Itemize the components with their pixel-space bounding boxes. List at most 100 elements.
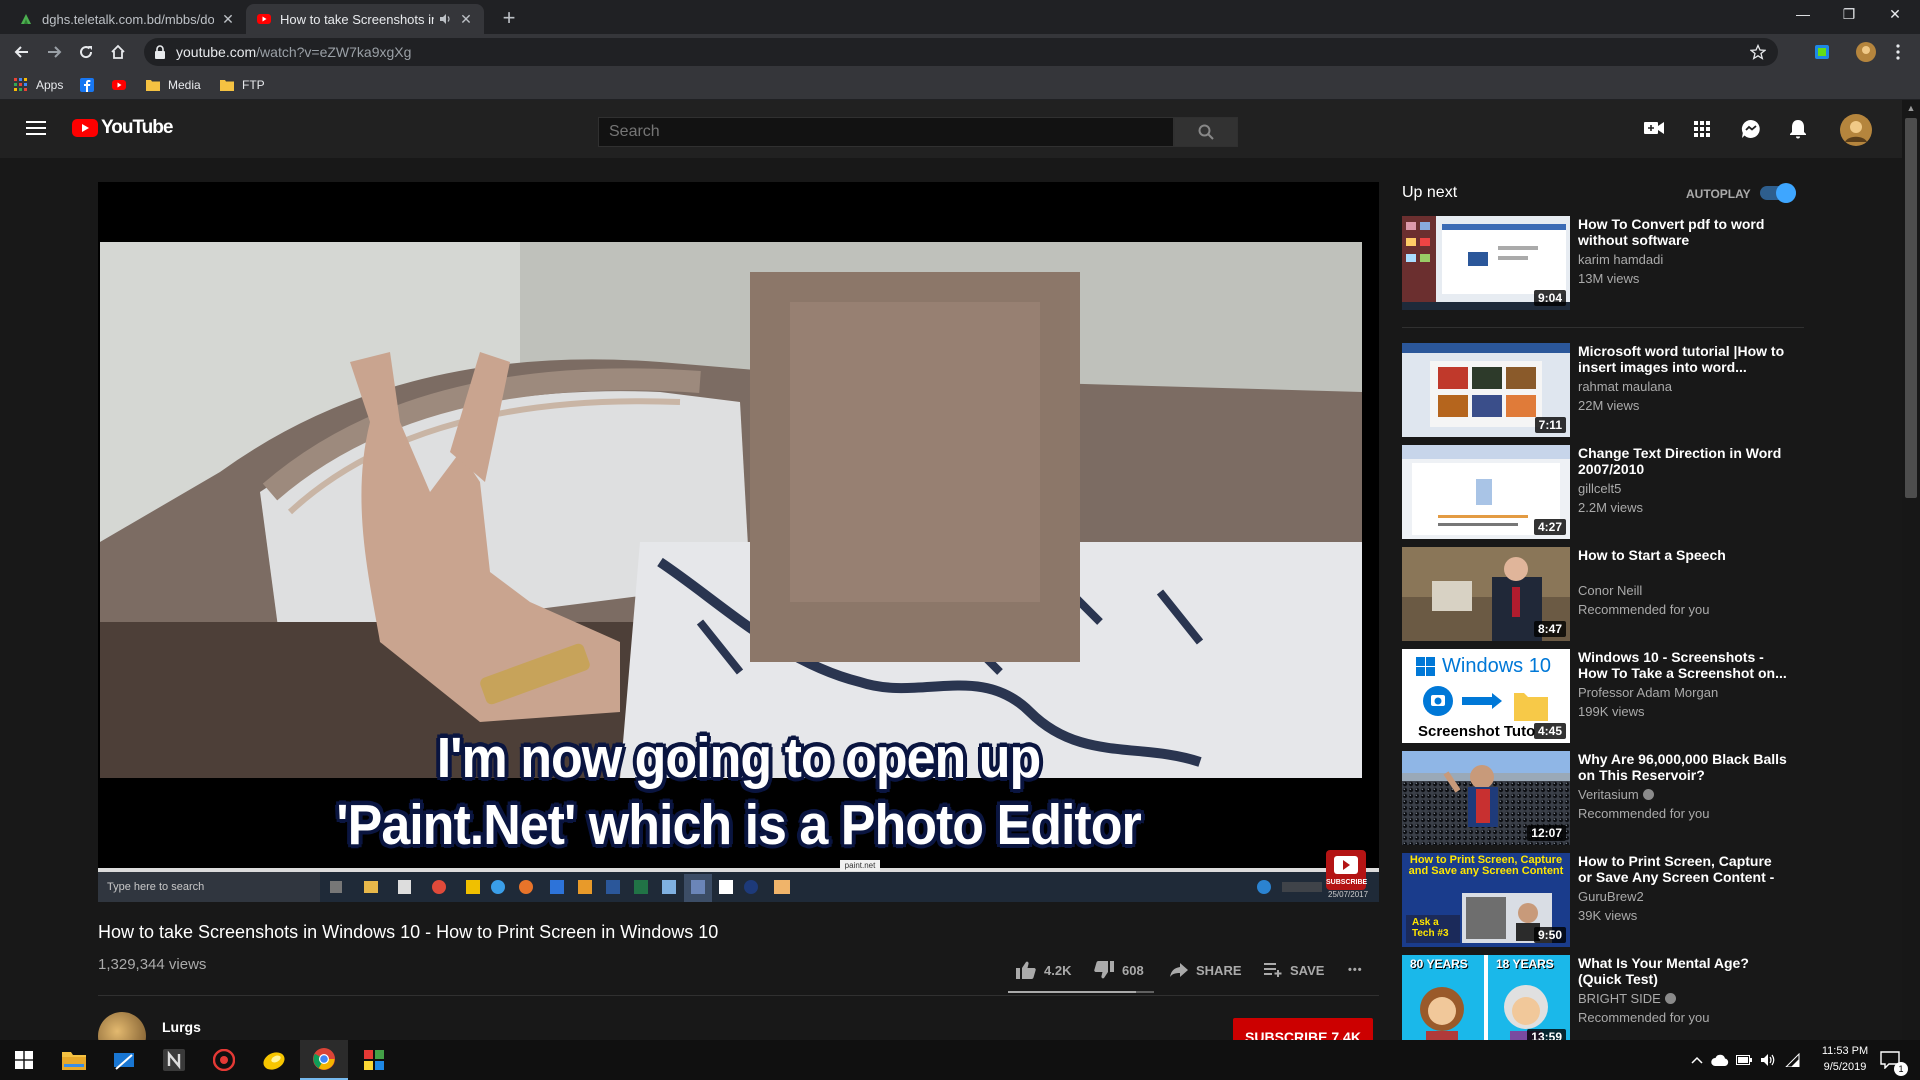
forward-button[interactable]: [40, 38, 68, 66]
tray-onedrive[interactable]: [1708, 1040, 1732, 1080]
like-button[interactable]: 4.2K: [1016, 958, 1071, 982]
thumbnail-text-left: 80 YEARS: [1410, 957, 1468, 971]
close-tab-icon[interactable]: ✕: [220, 11, 236, 28]
channel-name: Professor Adam Morgan: [1578, 685, 1719, 700]
start-button[interactable]: [0, 1040, 48, 1080]
taskbar-app-yellow[interactable]: [250, 1040, 298, 1080]
save-to-playlist-button[interactable]: SAVE: [1264, 958, 1324, 982]
video-thumbnail[interactable]: How to Print Screen, Capture and Save an…: [1402, 853, 1570, 947]
recommended-video[interactable]: 12:07 Why Are 96,000,000 Black Balls on …: [1402, 751, 1802, 845]
video-title[interactable]: Why Are 96,000,000 Black Balls on This R…: [1578, 751, 1788, 783]
video-thumbnail[interactable]: 7:11: [1402, 343, 1570, 437]
create-video-icon[interactable]: [1644, 120, 1664, 136]
taskbar-app-tiles[interactable]: [350, 1040, 398, 1080]
extension-icon: [1813, 43, 1831, 61]
bookmark-star-icon[interactable]: [1750, 44, 1766, 60]
close-window-button[interactable]: ✕: [1872, 0, 1918, 30]
share-button[interactable]: SHARE: [1170, 958, 1242, 982]
video-title[interactable]: How to Print Screen, Capture or Save Any…: [1578, 853, 1788, 885]
url-path: /watch?v=eZW7ka9xgXg: [256, 44, 412, 60]
bookmark-apps[interactable]: Apps: [14, 76, 63, 94]
home-button[interactable]: [104, 38, 132, 66]
notifications-bell-icon[interactable]: [1789, 119, 1807, 139]
close-tab-icon[interactable]: ✕: [458, 11, 474, 28]
video-thumbnail[interactable]: Windows 10 Screenshot Tuto 4:45: [1402, 649, 1570, 743]
search-input[interactable]: [598, 117, 1174, 147]
show-hidden-icons-button[interactable]: [1686, 1040, 1708, 1080]
search-button[interactable]: [1174, 117, 1238, 147]
recommended-video[interactable]: How to Print Screen, Capture and Save an…: [1402, 853, 1802, 947]
tab-dghs[interactable]: dghs.teletalk.com.bd/mbbs/docs ✕: [8, 4, 246, 34]
channel-watermark[interactable]: SUBSCRIBE: [1326, 850, 1367, 890]
recommended-video[interactable]: 4:27 Change Text Direction in Word 2007/…: [1402, 445, 1802, 539]
tab-youtube-active[interactable]: How to take Screenshots in W ✕: [246, 4, 484, 34]
video-title[interactable]: What Is Your Mental Age? (Quick Test): [1578, 955, 1788, 987]
taskbar-app-snip[interactable]: [100, 1040, 148, 1080]
browser-tab-strip: dghs.teletalk.com.bd/mbbs/docs ✕ How to …: [0, 0, 1920, 34]
bookmark-facebook[interactable]: [80, 76, 102, 94]
channel-name[interactable]: Lurgs: [162, 1019, 201, 1035]
arrow-right-icon: [46, 44, 62, 60]
restore-window-button[interactable]: ❐: [1826, 0, 1872, 30]
dislike-button[interactable]: 608: [1094, 958, 1144, 982]
video-thumbnail[interactable]: 4:27: [1402, 445, 1570, 539]
video-meta: Recommended for you: [1578, 602, 1710, 617]
bookmark-folder-media[interactable]: Media: [146, 76, 201, 94]
youtube-logo[interactable]: YouTube: [72, 117, 173, 139]
minimize-window-button[interactable]: —: [1780, 0, 1826, 30]
browser-menu-button[interactable]: [1884, 38, 1912, 66]
wifi-icon: [1784, 1053, 1800, 1067]
taskbar-chrome[interactable]: [300, 1040, 348, 1080]
video-thumbnail[interactable]: 80 YEARS 18 YEARS 13:59: [1402, 955, 1570, 1049]
windows-taskbar: 1: [0, 1040, 1920, 1080]
reload-button[interactable]: [72, 38, 100, 66]
recommended-video[interactable]: 9:04 How To Convert pdf to word without …: [1402, 216, 1802, 310]
back-button[interactable]: [8, 38, 36, 66]
tray-volume[interactable]: [1756, 1040, 1780, 1080]
messages-icon[interactable]: [1741, 119, 1761, 139]
lock-icon[interactable]: [154, 45, 166, 59]
video-title[interactable]: How to Start a Speech: [1578, 547, 1788, 563]
tray-battery[interactable]: [1732, 1040, 1756, 1080]
hamburger-menu-icon[interactable]: [26, 120, 46, 136]
video-title[interactable]: How To Convert pdf to word without softw…: [1578, 216, 1788, 248]
profile-avatar-icon: [1855, 41, 1877, 63]
video-player[interactable]: I'm now going to open up 'Paint.Net' whi…: [98, 182, 1379, 902]
video-thumbnail[interactable]: 8:47: [1402, 547, 1570, 641]
recommended-video[interactable]: 80 YEARS 18 YEARS 13:59 What Is Your Men…: [1402, 955, 1802, 1049]
address-bar[interactable]: youtube.com/watch?v=eZW7ka9xgXg: [144, 38, 1778, 66]
recommended-video[interactable]: 7:11 Microsoft word tutorial |How to ins…: [1402, 343, 1802, 437]
bookmark-youtube[interactable]: [112, 76, 134, 94]
video-progress-bar[interactable]: [98, 868, 1379, 872]
taskbar-clock[interactable]: 11:53 PM 9/5/2019: [1800, 1043, 1890, 1075]
new-tab-button[interactable]: +: [496, 6, 522, 32]
apps-grid-icon[interactable]: [1694, 121, 1710, 137]
video-title[interactable]: Change Text Direction in Word 2007/2010: [1578, 445, 1788, 477]
more-actions-button[interactable]: •••: [1348, 958, 1363, 982]
video-subtitle: I'm now going to open up 'Paint.Net' whi…: [98, 725, 1379, 859]
profile-button[interactable]: [1852, 38, 1880, 66]
channel-name: Conor Neill: [1578, 583, 1643, 598]
tab-audio-icon[interactable]: [438, 12, 452, 26]
scroll-up-arrow-icon[interactable]: ▲: [1902, 100, 1920, 116]
recommended-video[interactable]: Windows 10 Screenshot Tuto 4:45 Windows …: [1402, 649, 1802, 743]
thumbnail-text-series: Ask a Tech #3: [1412, 917, 1449, 939]
recommended-video[interactable]: 8:47 How to Start a Speech Conor Neill R…: [1402, 547, 1802, 641]
video-thumbnail[interactable]: 12:07: [1402, 751, 1570, 845]
clock-time: 11:53 PM: [1821, 1045, 1869, 1057]
bookmark-folder-ftp[interactable]: FTP: [220, 76, 265, 94]
battery-icon: [1736, 1055, 1752, 1065]
taskbar-app-red-circle[interactable]: [200, 1040, 248, 1080]
video-title[interactable]: Windows 10 - Screenshots - How To Take a…: [1578, 649, 1788, 681]
video-title[interactable]: Microsoft word tutorial |How to insert i…: [1578, 343, 1788, 375]
video-thumbnail[interactable]: 9:04: [1402, 216, 1570, 310]
account-avatar-icon[interactable]: [1840, 114, 1872, 146]
scrollbar-thumb[interactable]: [1905, 118, 1917, 498]
youtube-logo-text: YouTube: [101, 117, 173, 138]
autoplay-toggle-knob[interactable]: [1776, 183, 1796, 203]
thumbnail-text-tutorial: Screenshot Tuto: [1418, 723, 1536, 740]
taskbar-file-explorer[interactable]: [50, 1040, 98, 1080]
subtitle-line-1: I'm now going to open up: [436, 727, 1042, 790]
extension-button[interactable]: [1808, 38, 1836, 66]
taskbar-app-n[interactable]: [150, 1040, 198, 1080]
